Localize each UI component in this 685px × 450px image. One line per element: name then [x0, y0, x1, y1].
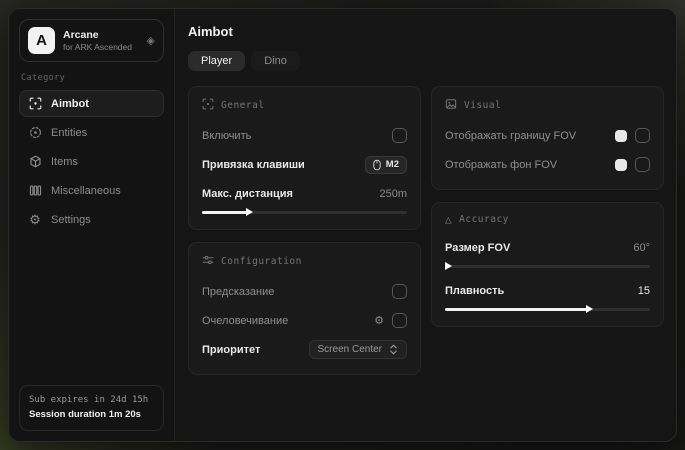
- slider-fill: [202, 211, 249, 214]
- panel-title: Accuracy: [459, 214, 509, 225]
- cube-icon: [28, 155, 42, 169]
- category-label: Category: [21, 73, 162, 83]
- smoothness-label: Плавность: [445, 285, 638, 297]
- slider-thumb[interactable]: [445, 262, 452, 270]
- fov-background-label: Отображать фон FOV: [445, 159, 615, 171]
- brand-subtitle: for ARK Ascended: [63, 42, 139, 53]
- slider-fill: [445, 265, 448, 268]
- session-duration-text: Session duration 1m 20s: [29, 408, 154, 422]
- humanization-settings-icon[interactable]: ⚙: [374, 314, 384, 327]
- priority-value: Screen Center: [318, 344, 382, 355]
- panel-general-header: General: [202, 98, 407, 113]
- max-distance-value: 250m: [379, 188, 407, 200]
- brand-card: A Arcane for ARK Ascended ◈: [19, 19, 164, 62]
- unfold-icon: [389, 344, 398, 355]
- fov-border-color-swatch[interactable]: [615, 130, 627, 142]
- panel-title: Configuration: [221, 256, 302, 267]
- brand-text: Arcane for ARK Ascended: [63, 29, 139, 53]
- priority-select[interactable]: Screen Center: [309, 340, 407, 359]
- sidebar-item-label: Miscellaneous: [51, 185, 121, 197]
- max-distance-slider[interactable]: [202, 208, 407, 216]
- page-title: Aimbot: [188, 24, 664, 39]
- scan-icon: [202, 98, 214, 113]
- sidebar-item-label: Entities: [51, 127, 87, 139]
- tune-icon: [202, 254, 214, 269]
- humanization-label: Очеловечивание: [202, 315, 374, 327]
- slider-fill: [445, 308, 589, 311]
- sidebar-item-label: Items: [51, 156, 78, 168]
- smoothness-slider[interactable]: [445, 305, 650, 313]
- sidebar-item-label: Settings: [51, 214, 91, 226]
- panel-title: Visual: [464, 100, 501, 111]
- row-keybind: Привязка клавиши M2: [202, 153, 407, 176]
- row-enable: Включить: [202, 124, 407, 147]
- row-fov-background: Отображать фон FOV: [445, 153, 650, 176]
- subscription-card: Sub expires in 24d 15h Session duration …: [19, 385, 164, 431]
- columns-icon: [28, 184, 42, 198]
- tab-bar: Player Dino: [188, 51, 664, 71]
- mouse-icon: [373, 159, 381, 171]
- brand-logo: A: [28, 27, 55, 54]
- sidebar-item-aimbot[interactable]: Aimbot: [19, 90, 164, 117]
- fov-size-value: 60°: [633, 242, 650, 254]
- enable-checkbox[interactable]: [392, 128, 407, 143]
- keybind-value: M2: [386, 159, 399, 170]
- panel-configuration-header: Configuration: [202, 254, 407, 269]
- brand-title: Arcane: [63, 29, 139, 42]
- panel-title: General: [221, 100, 265, 111]
- row-humanization: Очеловечивание ⚙: [202, 309, 407, 332]
- row-prediction: Предсказание: [202, 280, 407, 303]
- sidebar-item-entities[interactable]: Entities: [19, 119, 164, 146]
- slider-thumb[interactable]: [246, 208, 253, 216]
- row-fov-size: Размер FOV 60°: [445, 236, 650, 259]
- max-distance-label: Макс. дистанция: [202, 188, 379, 200]
- fov-border-label: Отображать границу FOV: [445, 130, 615, 142]
- sidebar-item-items[interactable]: Items: [19, 148, 164, 175]
- row-max-distance: Макс. дистанция 250m: [202, 182, 407, 205]
- tab-dino[interactable]: Dino: [251, 51, 300, 71]
- panel-accuracy-header: △ Accuracy: [445, 214, 650, 225]
- fov-background-checkbox[interactable]: [635, 157, 650, 172]
- radar-icon: [28, 126, 42, 140]
- row-smoothness: Плавность 15: [445, 279, 650, 302]
- sidebar: A Arcane for ARK Ascended ◈ Category Aim…: [9, 9, 175, 441]
- sub-expires-text: Sub expires in 24d 15h: [29, 394, 154, 408]
- diamond-target-icon[interactable]: ◈: [147, 34, 155, 47]
- crosshair-icon: [28, 97, 42, 111]
- fov-size-slider[interactable]: [445, 262, 650, 270]
- sidebar-nav: Aimbot Entities Items Miscellaneous: [19, 90, 164, 233]
- tab-player[interactable]: Player: [188, 51, 245, 71]
- slider-thumb[interactable]: [586, 305, 593, 313]
- image-icon: [445, 98, 457, 113]
- humanization-checkbox[interactable]: [392, 313, 407, 328]
- panel-general: General Включить Привязка клавиши M2: [188, 86, 421, 230]
- prediction-checkbox[interactable]: [392, 284, 407, 299]
- row-fov-border: Отображать границу FOV: [445, 124, 650, 147]
- enable-label: Включить: [202, 130, 392, 142]
- fov-size-label: Размер FOV: [445, 242, 633, 254]
- keybind-label: Привязка клавиши: [202, 159, 365, 171]
- prediction-label: Предсказание: [202, 286, 392, 298]
- fov-background-color-swatch[interactable]: [615, 159, 627, 171]
- panel-visual-header: Visual: [445, 98, 650, 113]
- sidebar-item-miscellaneous[interactable]: Miscellaneous: [19, 177, 164, 204]
- priority-label: Приоритет: [202, 344, 309, 356]
- sidebar-item-label: Aimbot: [51, 98, 89, 110]
- slider-track: [445, 265, 650, 268]
- triangle-icon: △: [445, 214, 452, 225]
- panel-accuracy: △ Accuracy Размер FOV 60° Плавно: [431, 202, 664, 327]
- panel-visual: Visual Отображать границу FOV Отображать…: [431, 86, 664, 190]
- app-window: A Arcane for ARK Ascended ◈ Category Aim…: [8, 8, 677, 442]
- fov-border-checkbox[interactable]: [635, 128, 650, 143]
- row-priority: Приоритет Screen Center: [202, 338, 407, 361]
- keybind-button[interactable]: M2: [365, 156, 407, 174]
- panel-configuration: Configuration Предсказание Очеловечивани…: [188, 242, 421, 375]
- sidebar-item-settings[interactable]: ⚙ Settings: [19, 206, 164, 233]
- main-content: Aimbot Player Dino General Включить: [175, 9, 676, 441]
- gear-icon: ⚙: [28, 213, 42, 227]
- smoothness-value: 15: [638, 285, 650, 297]
